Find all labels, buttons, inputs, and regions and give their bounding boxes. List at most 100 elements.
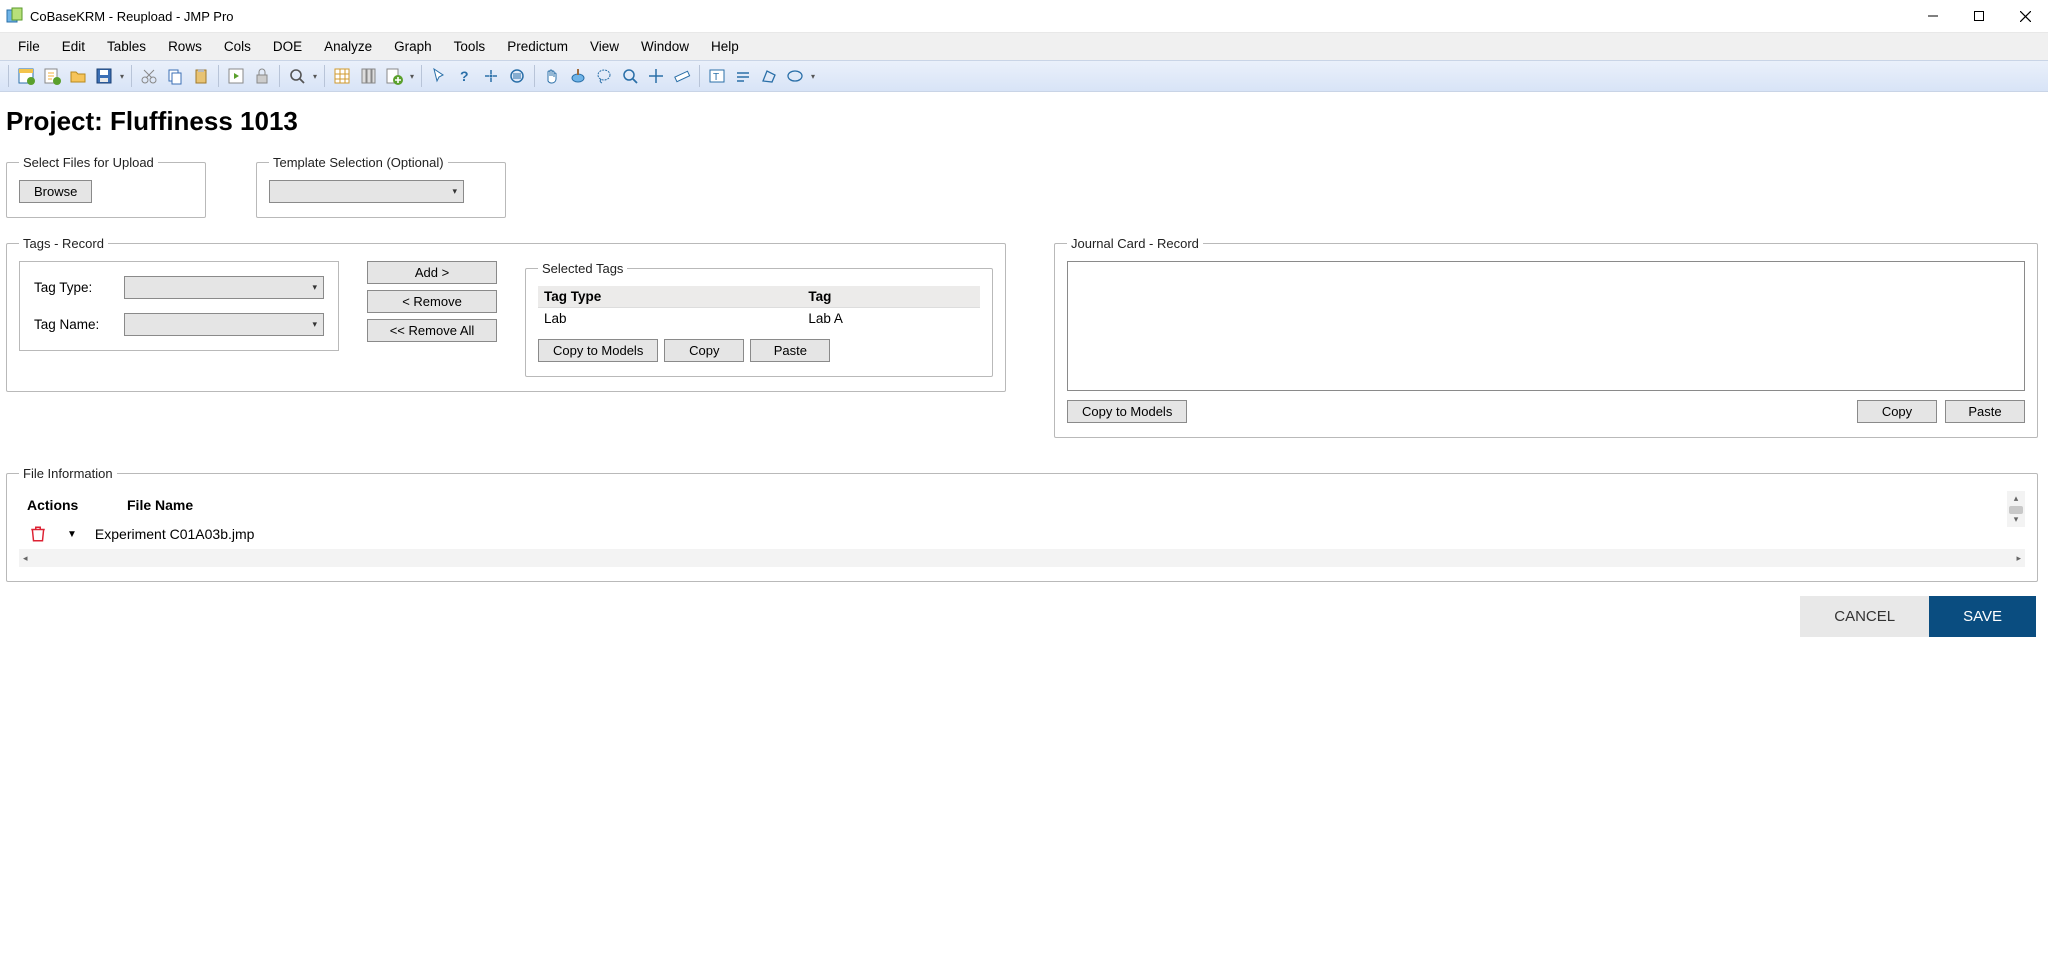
hand-tool-icon[interactable]: [539, 63, 565, 89]
window-title: CoBaseKRM - Reupload - JMP Pro: [30, 9, 234, 24]
template-selection-legend: Template Selection (Optional): [269, 155, 448, 170]
journal-copy-to-models-button[interactable]: Copy to Models: [1067, 400, 1187, 423]
col-actions: Actions: [27, 497, 97, 513]
columns-icon[interactable]: [355, 63, 381, 89]
tag-name-label: Tag Name:: [34, 317, 112, 332]
journal-card-group: Journal Card - Record Copy to Models Cop…: [1054, 236, 2038, 438]
line-annotation-icon[interactable]: [730, 63, 756, 89]
add-tag-button[interactable]: Add >: [367, 261, 497, 284]
menu-window[interactable]: Window: [631, 35, 699, 58]
menu-predictum[interactable]: Predictum: [497, 35, 578, 58]
tags-copy-to-models-button[interactable]: Copy to Models: [538, 339, 658, 362]
menu-cols[interactable]: Cols: [214, 35, 261, 58]
vertical-scrollbar[interactable]: ▴ ▾: [2007, 491, 2025, 527]
file-name: Experiment C01A03b.jmp: [95, 526, 255, 542]
titlebar: CoBaseKRM - Reupload - JMP Pro: [0, 0, 2048, 32]
tag-type-combo[interactable]: ▾: [124, 276, 324, 299]
select-files-group: Select Files for Upload Browse: [6, 155, 206, 218]
tags-record-legend: Tags - Record: [19, 236, 108, 251]
menu-view[interactable]: View: [580, 35, 629, 58]
search-dropdown[interactable]: ▾: [310, 72, 320, 81]
add-data-icon[interactable]: [381, 63, 407, 89]
journal-paste-button[interactable]: Paste: [1945, 400, 2025, 423]
selected-tags-legend: Selected Tags: [538, 261, 627, 276]
tag-type-label: Tag Type:: [34, 280, 112, 295]
ellipse-annotation-icon[interactable]: [782, 63, 808, 89]
selected-tags-group: Selected Tags Tag Type Tag Lab Lab A: [525, 261, 993, 377]
save-icon[interactable]: [91, 63, 117, 89]
arrow-tool-icon[interactable]: [426, 63, 452, 89]
window-controls: [1910, 0, 2048, 32]
cell-tag: Lab A: [802, 308, 980, 330]
new-script-icon[interactable]: [39, 63, 65, 89]
menu-edit[interactable]: Edit: [52, 35, 95, 58]
tags-paste-button[interactable]: Paste: [750, 339, 830, 362]
table-row[interactable]: Lab Lab A: [538, 308, 980, 330]
cancel-button[interactable]: CANCEL: [1800, 596, 1929, 637]
tags-record-group: Tags - Record Tag Type: ▾ Tag Name: ▾ Ad…: [6, 236, 1006, 392]
scroll-tool-icon[interactable]: [504, 63, 530, 89]
menu-analyze[interactable]: Analyze: [314, 35, 382, 58]
data-table-icon[interactable]: [329, 63, 355, 89]
run-script-icon[interactable]: [223, 63, 249, 89]
minimize-button[interactable]: [1910, 0, 1956, 32]
tag-name-combo[interactable]: ▾: [124, 313, 324, 336]
maximize-button[interactable]: [1956, 0, 2002, 32]
new-table-icon[interactable]: [13, 63, 39, 89]
horizontal-scrollbar[interactable]: ◂▸: [19, 549, 2025, 567]
paste-icon[interactable]: [188, 63, 214, 89]
close-button[interactable]: [2002, 0, 2048, 32]
svg-text:?: ?: [460, 68, 469, 84]
menu-file[interactable]: File: [8, 35, 50, 58]
save-button[interactable]: SAVE: [1929, 596, 2036, 637]
journal-card-legend: Journal Card - Record: [1067, 236, 1203, 251]
add-data-dropdown[interactable]: ▾: [407, 72, 417, 81]
template-combo[interactable]: ▾: [269, 180, 464, 203]
menubar: File Edit Tables Rows Cols DOE Analyze G…: [0, 32, 2048, 60]
template-selection-group: Template Selection (Optional) ▾: [256, 155, 506, 218]
selection-tool-icon[interactable]: [478, 63, 504, 89]
copy-icon[interactable]: [162, 63, 188, 89]
menu-tools[interactable]: Tools: [444, 35, 496, 58]
col-tag: Tag: [802, 286, 980, 308]
tags-copy-button[interactable]: Copy: [664, 339, 744, 362]
browse-button[interactable]: Browse: [19, 180, 92, 203]
lasso-tool-icon[interactable]: [591, 63, 617, 89]
menu-rows[interactable]: Rows: [158, 35, 212, 58]
col-tag-type: Tag Type: [538, 286, 802, 308]
polygon-annotation-icon[interactable]: [756, 63, 782, 89]
search-icon[interactable]: [284, 63, 310, 89]
journal-copy-button[interactable]: Copy: [1857, 400, 1937, 423]
toolbar: ▾ ▾ ▾ ? T ▾: [0, 60, 2048, 92]
open-icon[interactable]: [65, 63, 91, 89]
remove-all-tags-button[interactable]: << Remove All: [367, 319, 497, 342]
app-icon: [6, 7, 24, 25]
save-dropdown[interactable]: ▾: [117, 72, 127, 81]
select-files-legend: Select Files for Upload: [19, 155, 158, 170]
trash-icon[interactable]: [29, 525, 47, 543]
brush-tool-icon[interactable]: [565, 63, 591, 89]
cut-icon[interactable]: [136, 63, 162, 89]
tag-input-panel: Tag Type: ▾ Tag Name: ▾: [19, 261, 339, 351]
menu-tables[interactable]: Tables: [97, 35, 156, 58]
menu-help[interactable]: Help: [701, 35, 749, 58]
menu-doe[interactable]: DOE: [263, 35, 312, 58]
expand-icon[interactable]: ▼: [67, 529, 77, 540]
journal-textarea[interactable]: [1067, 261, 2025, 391]
crosshair-tool-icon[interactable]: [643, 63, 669, 89]
zoom-tool-icon[interactable]: [617, 63, 643, 89]
text-annotation-icon[interactable]: T: [704, 63, 730, 89]
ruler-tool-icon[interactable]: [669, 63, 695, 89]
project-title: Project: Fluffiness 1013: [6, 106, 2038, 137]
annotation-dropdown[interactable]: ▾: [808, 72, 818, 81]
file-information-legend: File Information: [19, 466, 117, 481]
lock-icon[interactable]: [249, 63, 275, 89]
remove-tag-button[interactable]: < Remove: [367, 290, 497, 313]
file-information-group: File Information Actions File Name ▼ Exp…: [6, 466, 2038, 582]
svg-text:T: T: [713, 72, 719, 83]
menu-graph[interactable]: Graph: [384, 35, 442, 58]
file-row[interactable]: ▼ Experiment C01A03b.jmp: [19, 519, 2025, 549]
cell-tag-type: Lab: [538, 308, 802, 330]
help-tool-icon[interactable]: ?: [452, 63, 478, 89]
selected-tags-table: Tag Type Tag Lab Lab A: [538, 286, 980, 329]
